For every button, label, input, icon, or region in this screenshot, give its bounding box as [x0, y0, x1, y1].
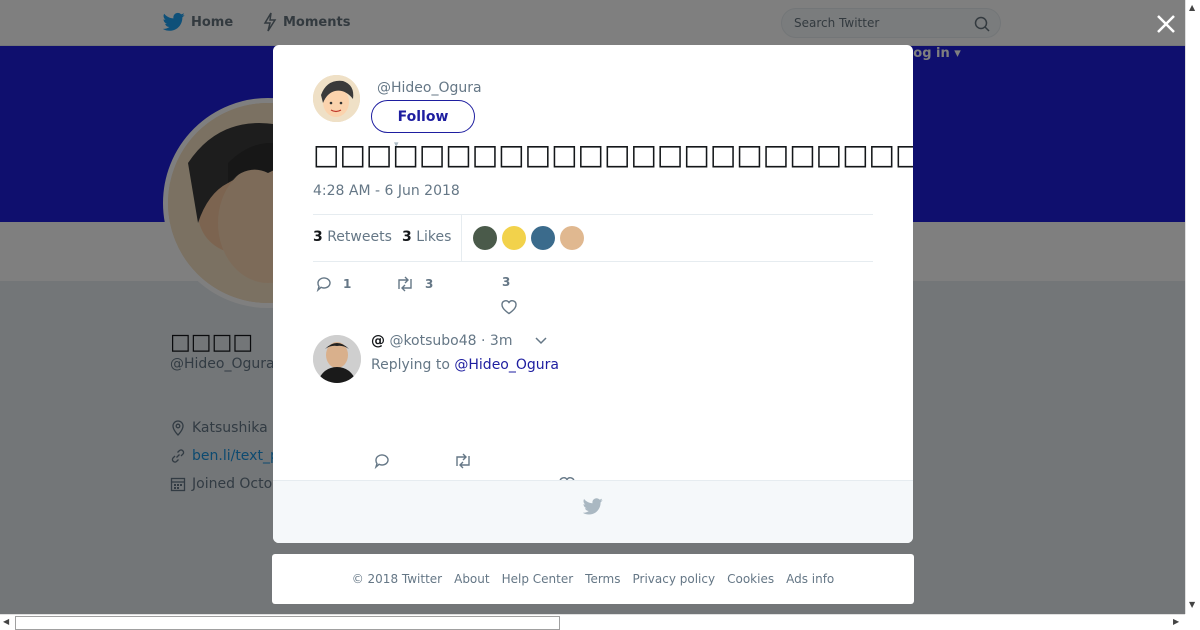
tweet-timestamp[interactable]: 4:28 AM - 6 Jun 2018	[313, 183, 460, 199]
follow-button[interactable]: Follow	[371, 100, 475, 133]
stats-divider	[461, 215, 462, 261]
scrollbar-corner	[1185, 614, 1200, 630]
chevron-down-icon[interactable]	[535, 337, 547, 345]
footer-link-privacy[interactable]: Privacy policy	[633, 572, 716, 586]
retweet-icon[interactable]	[453, 452, 473, 470]
liker-avatar[interactable]	[531, 226, 555, 250]
site-footer: © 2018 Twitter About Help Center Terms P…	[272, 554, 914, 604]
liker-avatar[interactable]	[502, 226, 526, 250]
liker-avatar[interactable]	[560, 226, 584, 250]
author-handle[interactable]: @Hideo_Ogura	[377, 80, 482, 96]
reply-icon[interactable]	[373, 452, 391, 470]
retweet-button[interactable]: 3	[395, 275, 433, 293]
footer-link-help-center[interactable]: Help Center	[502, 572, 574, 586]
retweets-stat[interactable]: 3 Retweets	[313, 229, 392, 245]
author-avatar-illustration	[313, 75, 360, 122]
horizontal-scrollbar[interactable]: ◀ ▶	[0, 614, 1185, 630]
tweet-modal: @Hideo_Ogura Follow ▾ □□□□□□□□□□□□□□□□□□…	[273, 45, 913, 543]
heart-icon[interactable]	[500, 299, 518, 315]
replying-to-link[interactable]: @Hideo_Ogura	[454, 357, 559, 373]
footer-link-cookies[interactable]: Cookies	[727, 572, 774, 586]
reply-icon	[316, 277, 331, 293]
horizontal-scroll-thumb[interactable]	[15, 616, 560, 630]
reply-time[interactable]: · 3m	[481, 333, 512, 349]
modal-footer	[273, 480, 913, 543]
like-count: 3	[502, 275, 511, 289]
scroll-up-icon[interactable]: ▲	[1189, 3, 1195, 12]
tweet-stats: 3 Retweets 3 Likes	[313, 214, 873, 262]
likes-stat[interactable]: 3 Likes	[402, 229, 451, 245]
footer-link-about[interactable]: About	[454, 572, 489, 586]
reply-avatar[interactable]	[313, 335, 361, 383]
footer-link-ads-info[interactable]: Ads info	[786, 572, 834, 586]
tweet-text: □□□□□□□□□□□□□□□□□□□□□□□□□□□□□□□□□□□□□□□□…	[313, 138, 913, 171]
footer-copyright: © 2018 Twitter	[351, 572, 443, 586]
scroll-right-icon[interactable]: ▶	[1173, 617, 1179, 626]
tweet-actions: 1 3 3	[313, 273, 873, 315]
close-icon[interactable]	[1154, 12, 1178, 36]
reply-header: @ @kotsubo48 · 3m	[371, 333, 547, 349]
reply-avatar-photo	[313, 335, 361, 383]
reply-button[interactable]: 1	[315, 275, 351, 293]
scroll-left-icon[interactable]: ◀	[3, 617, 9, 626]
reply-handle[interactable]: @kotsubo48	[389, 333, 476, 349]
twitter-bird-icon	[583, 498, 603, 515]
scroll-down-icon[interactable]: ▼	[1189, 600, 1195, 609]
liker-avatar[interactable]	[473, 226, 497, 250]
author-avatar[interactable]	[313, 75, 360, 122]
retweet-icon	[398, 276, 412, 292]
vertical-scrollbar[interactable]: ▲ ▼	[1185, 0, 1200, 614]
replying-to: Replying to @Hideo_Ogura	[371, 357, 559, 373]
footer-link-terms[interactable]: Terms	[585, 572, 620, 586]
